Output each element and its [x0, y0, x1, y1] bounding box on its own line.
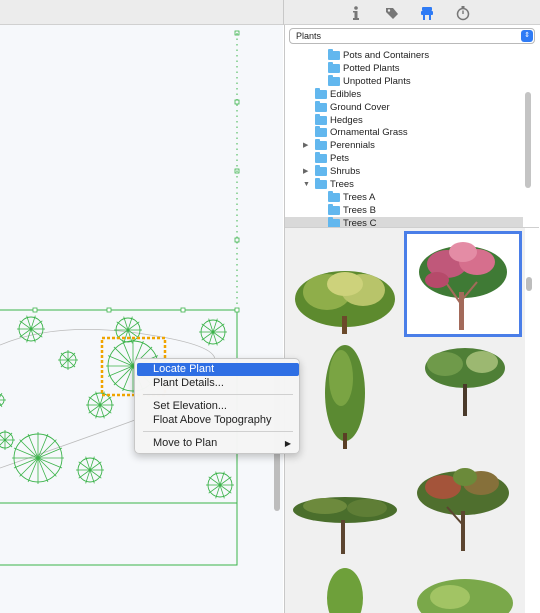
toolbar-divider: [283, 0, 284, 25]
menu-item-locate-plant[interactable]: Locate Plant: [137, 363, 299, 376]
tree-scrollbar[interactable]: [525, 92, 531, 188]
folder-icon: [328, 216, 340, 227]
menu-item-plant-details[interactable]: Plant Details...: [137, 377, 299, 390]
tree-item[interactable]: Edibles: [285, 87, 523, 101]
tree-item[interactable]: ▶ Shrubs: [285, 165, 523, 178]
menu-item-label: Move to Plan: [153, 437, 218, 449]
plant-gallery: [285, 228, 525, 613]
folder-icon: [315, 126, 327, 138]
menu-item-move-to-plan[interactable]: Move to Plan ▶: [137, 437, 299, 450]
context-menu: Locate Plant Plant Details... Set Elevat…: [134, 358, 300, 454]
stopwatch-icon[interactable]: [453, 3, 473, 23]
tree-item[interactable]: Ground Cover: [285, 100, 523, 114]
tree-item-label: Pets: [330, 153, 350, 165]
folder-icon: [328, 74, 340, 86]
folder-icon: [315, 178, 327, 189]
tree-item[interactable]: Trees A: [285, 190, 523, 204]
tree-item[interactable]: Potted Plants: [285, 61, 523, 75]
info-icon[interactable]: [346, 3, 366, 23]
tree-item[interactable]: Hedges: [285, 113, 523, 127]
tree-item[interactable]: Pots and Containers: [285, 49, 523, 62]
plant-symbol[interactable]: [17, 315, 45, 343]
tree-item-label: Trees A: [343, 191, 376, 203]
library-panel: Plants ⇕ Pots and Containers Potted Plant…: [284, 25, 540, 613]
tree-item-label: Pots and Containers: [343, 50, 430, 61]
disclosure-triangle-icon[interactable]: ▶: [303, 165, 308, 178]
plant-thumbnail[interactable]: [407, 453, 523, 563]
tree-item-label: Edibles: [330, 88, 362, 100]
folder-icon: [328, 61, 340, 73]
tree-item-label: Potted Plants: [343, 62, 400, 74]
plant-symbol[interactable]: [76, 456, 104, 484]
app-window: Plants ⇕ Pots and Containers Potted Plant…: [0, 0, 540, 613]
plant-symbol[interactable]: [12, 432, 64, 484]
top-toolbar: [0, 0, 540, 25]
category-select[interactable]: Plants ⇕: [289, 28, 535, 44]
plan-drawing[interactable]: [0, 25, 283, 613]
tree-item[interactable]: Trees C: [285, 216, 523, 227]
disclosure-triangle-icon[interactable]: ▶: [303, 139, 308, 152]
menu-item-label: Locate Plant: [153, 363, 215, 375]
folder-icon: [328, 203, 340, 215]
plant-symbol[interactable]: [0, 392, 6, 408]
plant-thumbnail[interactable]: [315, 558, 375, 613]
folder-icon: [315, 139, 327, 151]
plant-symbol[interactable]: [58, 350, 78, 370]
plant-library-icon[interactable]: [417, 3, 437, 23]
tree-item[interactable]: ▼ Trees: [285, 178, 523, 191]
plant-symbol[interactable]: [206, 471, 234, 499]
submenu-arrow-icon: ▶: [284, 439, 291, 448]
plant-thumbnail[interactable]: [287, 254, 403, 344]
plant-symbol[interactable]: [199, 318, 227, 346]
tree-item-label: Hedges: [330, 114, 363, 126]
tree-item-label: Trees C: [343, 217, 377, 227]
tree-item[interactable]: ▶ Perennials: [285, 139, 523, 152]
menu-item-label: Plant Details...: [153, 377, 224, 389]
tag-icon[interactable]: [382, 3, 402, 23]
menu-separator: [143, 394, 293, 395]
tree-item-label: Ground Cover: [330, 101, 390, 113]
category-tree: Pots and Containers Potted Plants Unpotted…: [285, 47, 539, 227]
plant-thumbnail[interactable]: [410, 340, 520, 425]
tree-item[interactable]: Trees B: [285, 203, 523, 217]
menu-item-label: Float Above Topography: [153, 414, 272, 426]
folder-icon: [328, 190, 340, 202]
tree-item[interactable]: Ornamental Grass: [285, 126, 523, 139]
menu-item-label: Set Elevation...: [153, 400, 227, 412]
tree-item-label: Shrubs: [330, 166, 361, 178]
plant-symbol[interactable]: [114, 316, 142, 344]
folder-icon: [328, 49, 340, 60]
menu-item-float-above-topography[interactable]: Float Above Topography: [137, 414, 299, 427]
category-select-value: Plants: [296, 31, 322, 41]
folder-icon: [315, 165, 327, 177]
menu-item-set-elevation[interactable]: Set Elevation...: [137, 400, 299, 413]
gallery-scrollbar[interactable]: [526, 277, 532, 291]
folder-icon: [315, 152, 327, 164]
tree-item-label: Trees: [330, 179, 354, 190]
disclosure-triangle-icon[interactable]: ▼: [303, 178, 310, 191]
folder-icon: [315, 100, 327, 112]
plant-thumbnail-selected[interactable]: [404, 231, 522, 337]
menu-separator: [143, 431, 293, 432]
plant-symbol[interactable]: [0, 430, 15, 450]
tree-item-label: Perennials: [330, 140, 375, 152]
chevron-updown-icon: ⇕: [521, 30, 533, 42]
plant-thumbnail[interactable]: [305, 338, 385, 453]
plan-canvas[interactable]: [0, 25, 283, 613]
tree-item-label: Ornamental Grass: [330, 127, 408, 139]
plant-thumbnail[interactable]: [410, 563, 520, 613]
folder-icon: [315, 87, 327, 99]
tree-item-label: Unpotted Plants: [343, 75, 411, 87]
tree-item-label: Trees B: [343, 204, 376, 216]
tree-item[interactable]: Pets: [285, 152, 523, 165]
folder-icon: [315, 113, 327, 125]
tree-item[interactable]: Unpotted Plants: [285, 74, 523, 88]
plant-thumbnail[interactable]: [285, 488, 405, 568]
